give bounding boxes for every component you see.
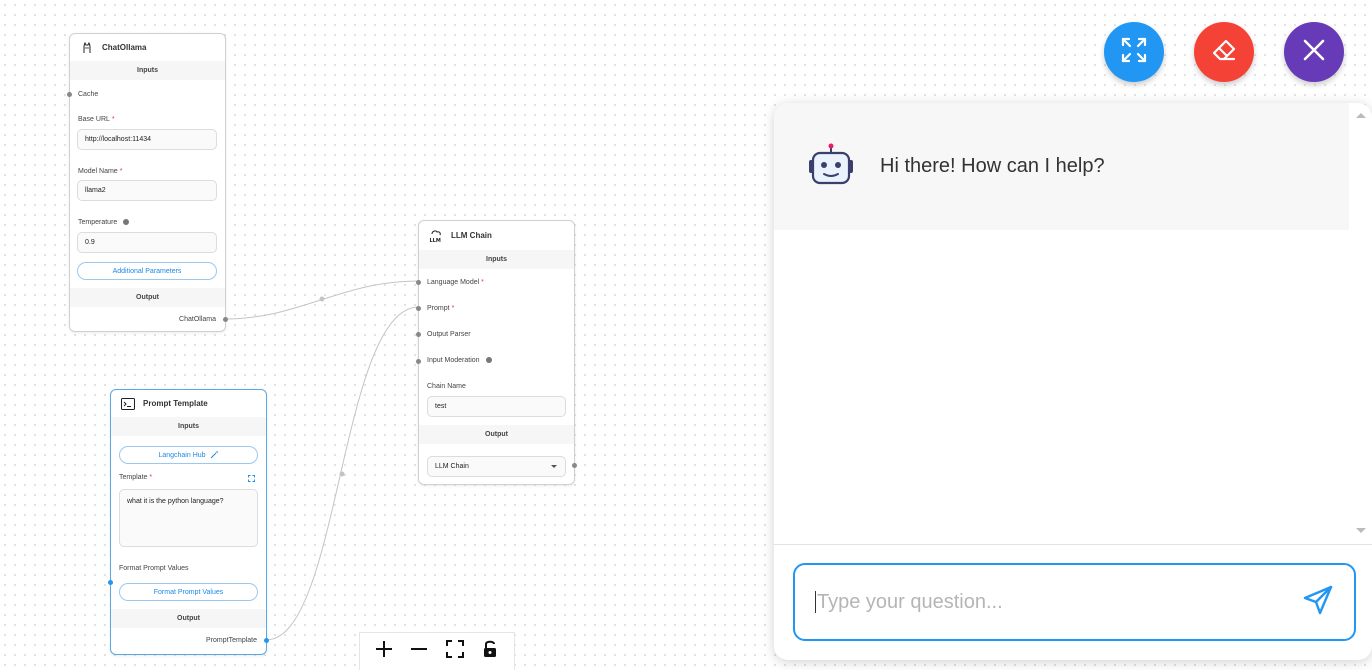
chatollama-node[interactable]: ChatOllama Inputs Cache Base URL * http:/… <box>67 33 228 332</box>
input-moderation-handle[interactable] <box>416 359 421 364</box>
expand-template-icon[interactable] <box>248 475 255 484</box>
lock-button[interactable] <box>476 638 504 666</box>
canvas-controls <box>359 632 515 670</box>
llm-chain-node[interactable]: LLM LLM Chain Inputs Language Model * Pro… <box>416 220 577 485</box>
fit-view-button[interactable] <box>441 638 469 666</box>
output-parser-label: Output Parser <box>427 331 471 338</box>
llm-icon: LLM <box>429 229 443 243</box>
cache-handle[interactable] <box>67 92 72 97</box>
template-textarea[interactable]: what it is the python language? <box>119 489 258 547</box>
output-select[interactable]: LLM Chain <box>427 456 566 477</box>
output-section: Output <box>70 288 225 307</box>
info-icon[interactable] <box>123 219 130 226</box>
temperature-input[interactable]: 0.9 <box>77 232 217 253</box>
fit-view-icon <box>445 639 465 664</box>
additional-parameters-button[interactable]: Additional Parameters <box>77 262 217 280</box>
chat-panel: Hi there! How can I help? <box>774 103 1372 660</box>
temperature-label: Temperature <box>78 219 130 226</box>
llm-chain-header[interactable]: LLM LLM Chain <box>419 221 574 250</box>
output-section: Output <box>419 425 574 444</box>
output-name: ChatOllama <box>179 316 216 323</box>
language-model-handle[interactable] <box>416 280 421 285</box>
eraser-icon <box>1210 36 1238 69</box>
format-prompt-values-button[interactable]: Format Prompt Values <box>119 583 258 601</box>
inputs-section: Inputs <box>111 417 266 436</box>
format-prompt-values-handle[interactable] <box>108 580 113 585</box>
output-name: PromptTemplate <box>206 637 257 644</box>
model-name-input[interactable]: llama2 <box>77 180 217 201</box>
chevron-down-icon <box>551 465 557 468</box>
language-model-label: Language Model * <box>427 279 484 286</box>
model-name-label: Model Name * <box>78 168 123 175</box>
expand-chat-button[interactable] <box>1104 22 1164 82</box>
template-label: Template * <box>119 474 153 481</box>
node-title: Prompt Template <box>143 399 208 408</box>
langchain-hub-button[interactable]: Langchain Hub <box>119 446 258 464</box>
robot-icon <box>808 143 854 190</box>
unlock-icon <box>481 639 499 664</box>
info-icon[interactable] <box>485 357 492 364</box>
plus-icon <box>374 639 394 664</box>
input-moderation-label: Input Moderation <box>427 357 492 364</box>
chat-input-container[interactable] <box>793 563 1356 641</box>
text-cursor <box>815 591 816 613</box>
zoom-in-button[interactable] <box>370 638 398 666</box>
chain-name-label: Chain Name <box>427 383 466 390</box>
bot-message: Hi there! How can I help? <box>774 103 1349 230</box>
base-url-input[interactable]: http://localhost:11434 <box>77 129 217 150</box>
edge-chatollama-to-llmchain <box>224 280 420 320</box>
scroll-up-arrow[interactable] <box>1356 113 1366 118</box>
expand-arrows-icon <box>1120 36 1148 69</box>
close-icon <box>1302 38 1326 67</box>
close-chat-button[interactable] <box>1284 22 1344 82</box>
magic-wand-icon <box>210 450 219 461</box>
output-handle[interactable] <box>264 638 269 643</box>
chat-input[interactable] <box>817 590 1302 614</box>
clear-chat-button[interactable] <box>1194 22 1254 82</box>
zoom-out-button[interactable] <box>405 638 433 666</box>
output-parser-handle[interactable] <box>416 332 421 337</box>
chain-name-input[interactable]: test <box>427 396 566 417</box>
inputs-section: Inputs <box>70 61 225 80</box>
output-section: Output <box>111 609 266 628</box>
prompt-handle[interactable] <box>416 306 421 311</box>
base-url-label: Base URL * <box>78 116 115 123</box>
cache-label: Cache <box>78 91 99 98</box>
terminal-icon <box>121 397 135 411</box>
scroll-down-arrow[interactable] <box>1356 528 1366 533</box>
output-handle[interactable] <box>223 317 228 322</box>
chatollama-header[interactable]: ChatOllama <box>70 34 225 61</box>
inputs-section: Inputs <box>419 250 574 269</box>
node-title: LLM Chain <box>451 231 492 240</box>
prompt-template-node[interactable]: Prompt Template Inputs Langchain Hub Tem… <box>108 389 269 655</box>
node-title: ChatOllama <box>102 43 147 52</box>
llama-icon <box>80 41 94 55</box>
bot-message-text: Hi there! How can I help? <box>880 155 1105 177</box>
prompt-template-header[interactable]: Prompt Template <box>111 390 266 417</box>
minus-icon <box>409 639 429 664</box>
edge-prompttemplate-to-llmchain <box>265 306 420 641</box>
prompt-label: Prompt * <box>427 305 455 312</box>
format-prompt-values-label: Format Prompt Values <box>119 565 189 572</box>
svg-text:LLM: LLM <box>430 238 441 243</box>
send-icon[interactable] <box>1302 584 1334 621</box>
chat-divider <box>774 544 1372 545</box>
output-handle[interactable] <box>572 463 577 468</box>
